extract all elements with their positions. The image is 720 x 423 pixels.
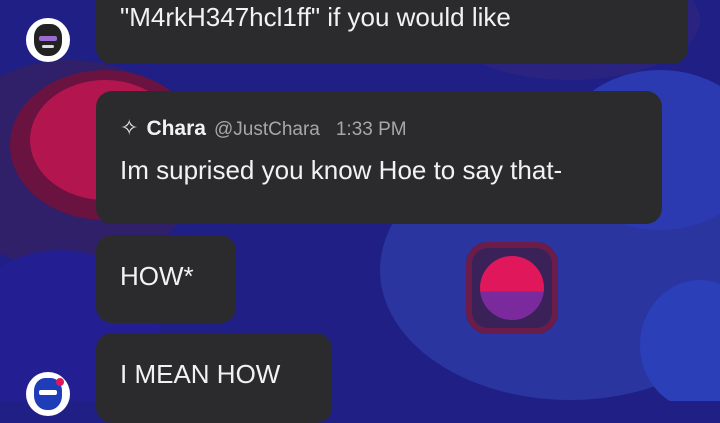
message-bubble[interactable]: ✧ Chara @JustChara 1:33 PM Im suprised y… [96,91,662,224]
avatar-eyes [39,390,57,395]
avatar[interactable] [26,18,70,62]
message-text: Im suprised you know Hoe to say that- [120,155,563,185]
sparkle-icon: ✧ [120,115,139,140]
planet-core [480,256,544,320]
message-bubble[interactable]: HOW* [96,235,236,323]
author-name[interactable]: Chara [146,117,206,141]
avatar[interactable] [26,372,70,416]
message-text: HOW* [120,261,194,291]
avatar-mouth [42,45,54,48]
message-bubble[interactable]: I MEAN HOW [96,333,332,423]
message-text: I MEAN HOW [120,359,281,389]
message-timestamp: 1:33 PM [335,119,407,140]
avatar-eyes [39,36,57,41]
avatar-accessory [56,378,64,386]
message-header: ✧ Chara @JustChara 1:33 PM [120,115,640,141]
message-text: "M4rkH347hcl1ff" if you would like [120,2,511,32]
author-handle[interactable]: @JustChara [214,119,320,141]
planet-decoration [466,242,558,334]
message-bubble[interactable]: "M4rkH347hcl1ff" if you would like [96,0,688,64]
